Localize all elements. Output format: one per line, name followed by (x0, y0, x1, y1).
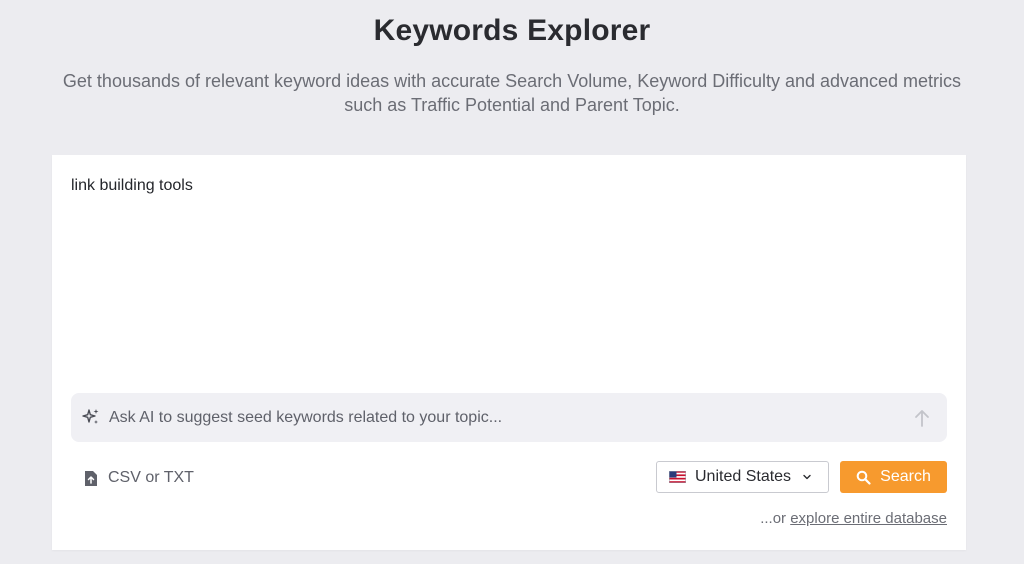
search-icon (856, 470, 871, 485)
upload-file-button[interactable]: CSV or TXT (84, 467, 194, 489)
country-select[interactable]: United States (656, 461, 829, 493)
search-button-label: Search (880, 468, 931, 485)
sparkles-icon (82, 409, 99, 424)
search-card: CSV or TXT United States Search (52, 155, 966, 550)
arrow-up-icon[interactable] (913, 408, 931, 428)
chevron-down-icon (803, 474, 811, 480)
page: Keywords Explorer Get thousands of relev… (0, 0, 1024, 564)
file-upload-icon (85, 470, 97, 486)
keyword-input[interactable] (71, 177, 941, 377)
explore-prefix: ...or (760, 510, 791, 527)
ai-suggest-bar[interactable] (71, 393, 947, 442)
ai-suggest-input[interactable] (109, 393, 889, 442)
page-subtitle: Get thousands of relevant keyword ideas … (62, 71, 962, 115)
upload-label: CSV or TXT (108, 469, 194, 486)
page-title: Keywords Explorer (373, 14, 651, 47)
country-label: United States (695, 468, 792, 485)
explore-database: ...or explore entire database (760, 510, 947, 527)
explore-database-link[interactable]: explore entire database (790, 510, 947, 527)
us-flag-icon (669, 471, 686, 483)
search-button[interactable]: Search (840, 461, 947, 493)
